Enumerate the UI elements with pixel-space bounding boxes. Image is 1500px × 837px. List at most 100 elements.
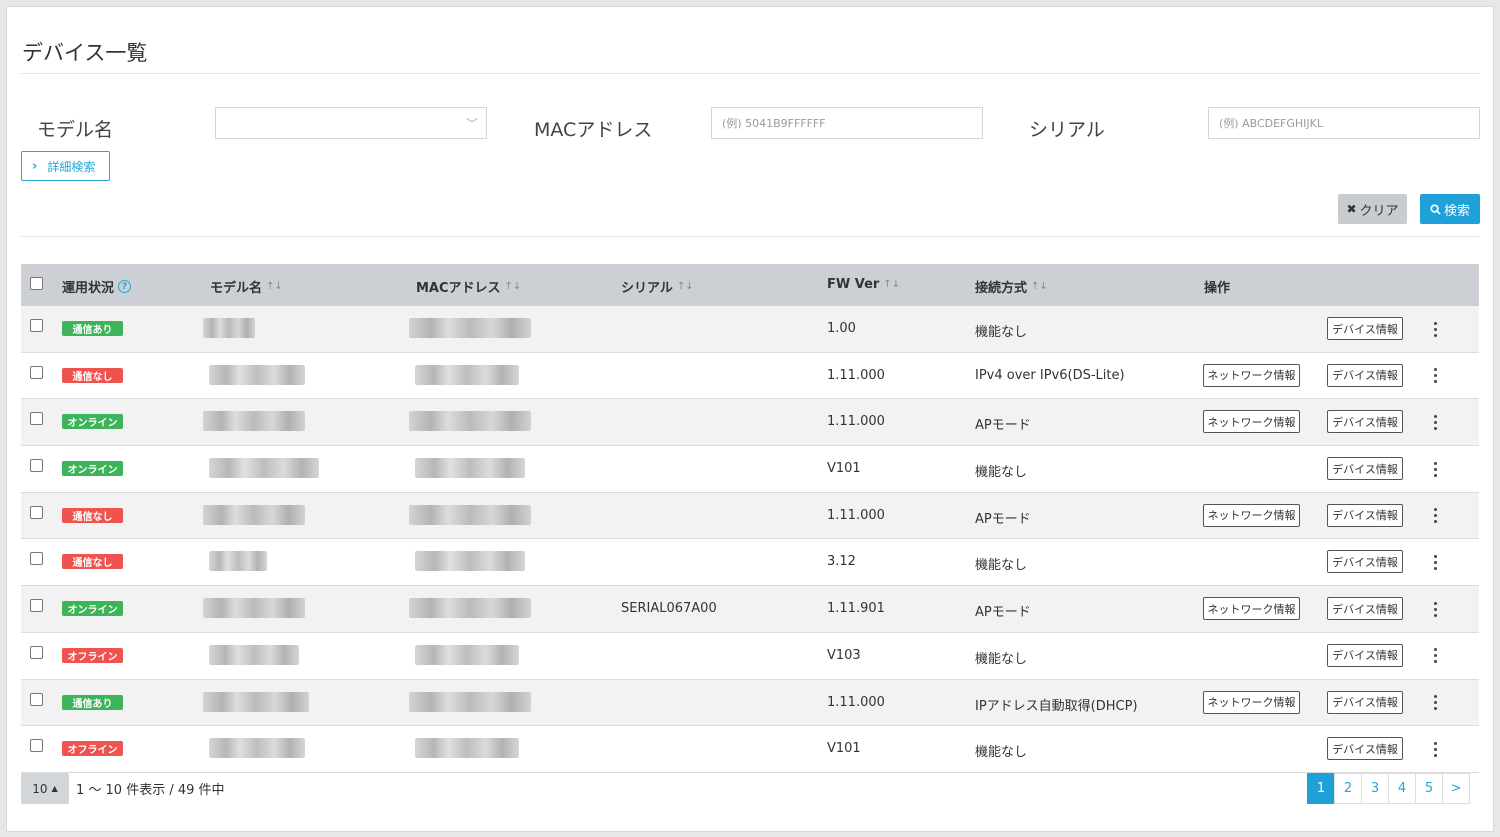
- connection-cell: APモード: [975, 605, 1031, 621]
- connection-cell: IPv4 over IPv6(DS-Lite): [975, 367, 1125, 383]
- row-checkbox[interactable]: [30, 552, 43, 566]
- sort-icon: ↑↓: [676, 281, 694, 292]
- next-page-button[interactable]: >: [1442, 773, 1470, 804]
- mac-input[interactable]: [711, 107, 983, 139]
- table-row: 通信なし 3.12 機能なし デバイス情報: [21, 539, 1479, 587]
- select-all-checkbox[interactable]: [30, 277, 43, 290]
- mac-address-redacted: [409, 318, 531, 338]
- device-info-button[interactable]: デバイス情報: [1327, 363, 1403, 387]
- row-checkbox[interactable]: [30, 645, 43, 659]
- serial-input[interactable]: [1208, 107, 1480, 139]
- status-badge: 通信なし: [62, 507, 123, 523]
- row-checkbox[interactable]: [30, 319, 43, 332]
- header-serial-label: シリアル: [621, 281, 673, 296]
- connection-cell: 機能なし: [975, 745, 1028, 761]
- network-info-button[interactable]: ネットワーク情報: [1203, 503, 1300, 527]
- sort-icon: ↑↓: [883, 279, 901, 290]
- model-select[interactable]: ﹀: [215, 107, 487, 139]
- clear-label: クリア: [1359, 203, 1399, 219]
- device-info-button[interactable]: デバイス情報: [1327, 690, 1403, 714]
- connection-cell: 機能なし: [975, 325, 1028, 340]
- network-info-button[interactable]: ネットワーク情報: [1203, 597, 1300, 621]
- advanced-search-button[interactable]: › 詳細検索: [21, 151, 110, 181]
- fw-cell: V101: [827, 461, 861, 477]
- page-button-4[interactable]: 4: [1388, 773, 1416, 804]
- device-list-card: デバイス一覧 モデル名 ﹀ MACアドレス シリアル › 詳細検索 ✖ クリア …: [6, 6, 1494, 832]
- more-options-icon[interactable]: [1425, 598, 1445, 620]
- device-info-button[interactable]: デバイス情報: [1327, 550, 1403, 574]
- row-checkbox[interactable]: [30, 459, 43, 473]
- per-page-value: 10: [32, 781, 48, 796]
- more-options-icon[interactable]: [1425, 458, 1445, 480]
- connection-cell: APモード: [975, 511, 1031, 527]
- pagination-info: 1 〜 10 件表示 / 49 件中: [76, 783, 225, 798]
- search-label: 検索: [1443, 203, 1470, 219]
- search-button[interactable]: 検索: [1420, 194, 1480, 224]
- device-info-button[interactable]: デバイス情報: [1327, 410, 1403, 434]
- chevron-down-icon: ﹀: [465, 117, 478, 131]
- device-info-button[interactable]: デバイス情報: [1327, 457, 1403, 481]
- device-info-button[interactable]: デバイス情報: [1327, 643, 1403, 667]
- more-options-icon[interactable]: [1425, 551, 1445, 573]
- more-options-icon[interactable]: [1425, 738, 1445, 760]
- header-mac[interactable]: MACアドレス ↑↓: [416, 277, 521, 296]
- page-button-3[interactable]: 3: [1361, 773, 1389, 804]
- status-badge: 通信あり: [62, 694, 123, 710]
- more-options-icon[interactable]: [1425, 645, 1445, 667]
- clear-button[interactable]: ✖ クリア: [1338, 194, 1407, 224]
- row-checkbox[interactable]: [30, 505, 43, 519]
- pagination: 1 2 3 4 5 >: [1307, 773, 1470, 804]
- header-ops: 操作: [1204, 277, 1230, 296]
- more-options-icon[interactable]: [1425, 411, 1445, 433]
- caret-up-icon: ▲: [51, 784, 58, 793]
- fw-cell: V101: [827, 741, 861, 757]
- header-fw[interactable]: FW Ver ↑↓: [827, 277, 900, 292]
- device-info-button[interactable]: デバイス情報: [1327, 737, 1403, 761]
- help-icon[interactable]: ?: [118, 280, 132, 293]
- model-name-redacted: [203, 598, 305, 619]
- close-icon: ✖: [1346, 202, 1357, 216]
- header-ops-label: 操作: [1204, 281, 1231, 296]
- page-button-2[interactable]: 2: [1334, 773, 1362, 804]
- more-options-icon[interactable]: [1425, 365, 1445, 387]
- search-icon: [1430, 203, 1441, 215]
- device-info-button[interactable]: デバイス情報: [1327, 503, 1403, 527]
- page-button-5[interactable]: 5: [1415, 773, 1443, 804]
- more-options-icon[interactable]: [1425, 692, 1445, 714]
- per-page-select[interactable]: 10 ▲: [21, 773, 69, 804]
- status-badge: オンライン: [62, 601, 123, 617]
- row-checkbox[interactable]: [30, 692, 43, 706]
- network-info-button[interactable]: ネットワーク情報: [1203, 690, 1300, 714]
- row-checkbox[interactable]: [30, 599, 43, 613]
- header-mac-label: MACアドレス: [416, 281, 501, 296]
- status-badge: オフライン: [62, 741, 123, 757]
- header-status[interactable]: 運用状況 ?: [62, 277, 132, 296]
- model-name-redacted: [203, 411, 305, 432]
- more-options-icon[interactable]: [1425, 505, 1445, 527]
- header-connection-label: 接続方式: [975, 281, 1028, 296]
- status-badge: 通信なし: [62, 554, 123, 570]
- header-serial[interactable]: シリアル ↑↓: [621, 277, 694, 296]
- model-name-redacted: [203, 504, 305, 525]
- row-checkbox[interactable]: [30, 365, 43, 379]
- mac-address-redacted: [415, 644, 519, 665]
- header-connection[interactable]: 接続方式 ↑↓: [975, 277, 1048, 296]
- more-options-icon[interactable]: [1425, 318, 1445, 340]
- fw-cell: 3.12: [827, 554, 856, 570]
- page-button-1[interactable]: 1: [1307, 773, 1335, 804]
- row-checkbox[interactable]: [30, 412, 43, 426]
- row-checkbox[interactable]: [30, 739, 43, 753]
- network-info-button[interactable]: ネットワーク情報: [1203, 363, 1300, 387]
- model-name-redacted: [203, 691, 309, 712]
- header-model[interactable]: モデル名 ↑↓: [210, 277, 283, 296]
- model-name-redacted: [209, 644, 299, 665]
- fw-cell: 1.11.000: [827, 694, 885, 710]
- mac-address-redacted: [415, 458, 525, 479]
- header-fw-label: FW Ver: [827, 277, 880, 292]
- table-row: オンライン 1.11.000 APモード ネットワーク情報 デバイス情報: [21, 399, 1479, 447]
- table-row: 通信あり 1.00 機能なし デバイス情報: [21, 306, 1479, 353]
- network-info-button[interactable]: ネットワーク情報: [1203, 410, 1300, 434]
- device-info-button[interactable]: デバイス情報: [1327, 317, 1403, 340]
- connection-cell: 機能なし: [975, 651, 1028, 667]
- device-info-button[interactable]: デバイス情報: [1327, 597, 1403, 621]
